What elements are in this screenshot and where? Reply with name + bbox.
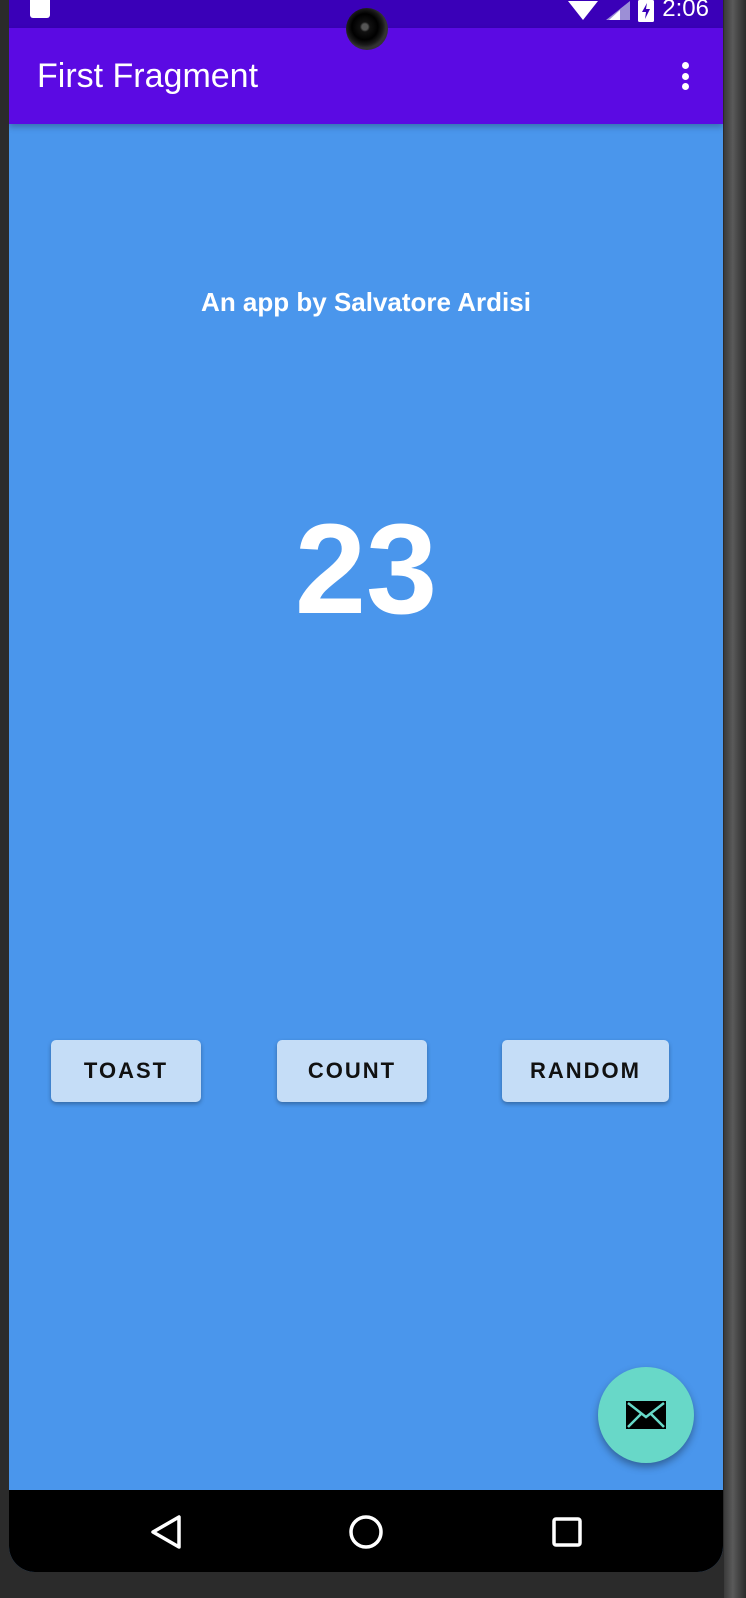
overflow-menu-icon[interactable]	[671, 58, 699, 94]
overflow-dot	[681, 62, 689, 69]
status-clock: 2:06	[662, 0, 709, 22]
home-icon	[349, 1515, 383, 1549]
counter-value: 23	[294, 498, 438, 641]
sd-card-icon	[30, 0, 50, 18]
overflow-dot	[681, 83, 689, 90]
nav-back-button[interactable]	[142, 1508, 190, 1556]
email-icon	[626, 1401, 666, 1429]
device-bezel-edge	[724, 0, 746, 1598]
device-frame: 2:06 First Fragment An app by Salvatore …	[0, 0, 746, 1598]
count-button[interactable]: COUNT	[277, 1040, 427, 1102]
email-fab-button[interactable]	[598, 1367, 694, 1463]
author-subtitle: An app by Salvatore Ardisi	[201, 287, 531, 317]
nav-recents-button[interactable]	[543, 1508, 591, 1556]
nav-home-button[interactable]	[342, 1508, 390, 1556]
random-button[interactable]: RANDOM	[502, 1040, 669, 1102]
battery-charging-icon	[638, 0, 655, 22]
app-bar-title: First Fragment	[37, 57, 259, 95]
recents-icon	[552, 1517, 582, 1547]
overflow-dot	[681, 72, 689, 80]
navigation-bar	[9, 1490, 723, 1572]
wifi-icon	[568, 1, 599, 20]
cell-signal-icon	[606, 1, 631, 20]
status-icons: 2:06	[568, 0, 709, 22]
back-icon	[151, 1515, 181, 1549]
front-camera	[346, 8, 388, 50]
phone-screen: 2:06 First Fragment An app by Salvatore …	[9, 0, 723, 1572]
toast-button[interactable]: TOAST	[51, 1040, 201, 1102]
